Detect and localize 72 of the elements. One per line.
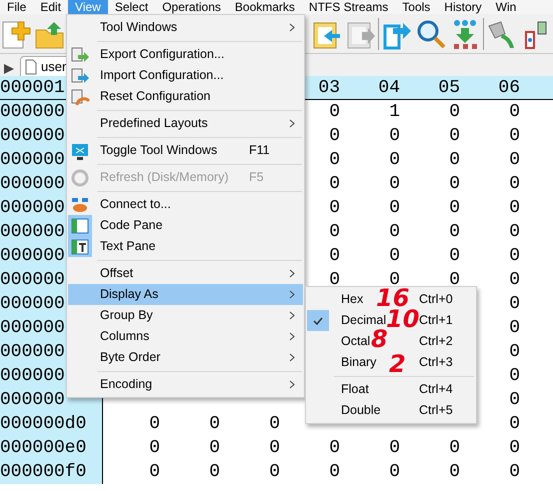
table-cell[interactable]: 0 (343, 124, 403, 148)
menu-bar-item[interactable]: History (437, 0, 489, 14)
table-cell[interactable]: 0 (343, 436, 403, 460)
row-offset: 000000f0 (0, 460, 103, 484)
menu-bar-item[interactable]: Tools (395, 0, 438, 14)
handwritten-number: 8 (371, 327, 388, 351)
table-cell[interactable]: 0 (343, 148, 403, 172)
menu-bar-item[interactable]: Edit (33, 0, 68, 14)
handwritten-number: 2 (389, 352, 406, 376)
table-cell[interactable]: 0 (343, 244, 403, 268)
row-offset: 000000e0 (0, 436, 103, 460)
table-cell[interactable]: 0 (463, 460, 523, 484)
table-cell[interactable]: 0 (163, 460, 223, 484)
table-cell[interactable]: 0 (463, 220, 523, 244)
table-cell[interactable]: 0 (103, 436, 163, 460)
table-cell[interactable]: 0 (403, 172, 463, 196)
column-header: 05 (438, 78, 460, 98)
table-cell[interactable]: 0 (403, 244, 463, 268)
table-cell[interactable]: 0 (103, 460, 163, 484)
table-cell[interactable]: 0 (343, 172, 403, 196)
table-cell[interactable]: 0 (403, 196, 463, 220)
menu-item[interactable]: Octal (341, 332, 370, 351)
shortcut-label: Ctrl+3 (419, 354, 454, 372)
handwritten-number: 10 (386, 307, 420, 331)
shortcut-label: Ctrl+2 (419, 333, 454, 350)
menu-bar-item[interactable]: Win (488, 0, 524, 14)
menu-item[interactable]: Float (341, 380, 369, 399)
table-cell[interactable]: 0 (463, 436, 523, 460)
table-cell[interactable]: 0 (403, 460, 463, 484)
shortcut-label: Ctrl+1 (419, 312, 454, 330)
table-cell[interactable]: 0 (463, 244, 523, 268)
table-cell[interactable]: 0 (223, 436, 283, 460)
menu-bar-item[interactable]: Bookmarks (228, 0, 302, 14)
table-cell[interactable]: 0 (223, 460, 283, 484)
table-cell[interactable]: 0 (463, 172, 523, 196)
table-cell[interactable]: 0 (283, 436, 343, 460)
table-cell[interactable]: 0 (103, 412, 163, 436)
column-header: 06 (498, 78, 520, 98)
table-cell[interactable]: 0 (403, 436, 463, 460)
table-cell[interactable]: 0 (283, 460, 343, 484)
table-cell[interactable]: 0 (223, 412, 283, 436)
menu-bar-item[interactable]: Select (108, 0, 156, 14)
table-cell[interactable]: 0 (403, 100, 463, 124)
column-header: 03 (318, 78, 340, 98)
menu-bar-item[interactable]: Operations (155, 0, 228, 14)
handwritten-number: 16 (376, 286, 410, 310)
table-cell[interactable]: 0 (403, 124, 463, 148)
table-cell[interactable]: 0 (463, 100, 523, 124)
table-cell[interactable]: 0 (343, 196, 403, 220)
table-cell[interactable]: 0 (343, 460, 403, 484)
table-cell[interactable]: 0 (163, 412, 223, 436)
table-cell[interactable]: 1 (343, 100, 403, 124)
menu-item[interactable]: Hex (341, 290, 364, 309)
table-cell[interactable]: 0 (463, 148, 523, 172)
table-cell[interactable]: 0 (163, 436, 223, 460)
table-cell[interactable]: 0 (343, 220, 403, 244)
menu-bar-item[interactable]: File (0, 0, 34, 14)
table-cell[interactable]: 0 (463, 196, 523, 220)
menu-item[interactable]: Double (341, 401, 381, 420)
shortcut-label: Ctrl+5 (419, 402, 454, 420)
table-cell[interactable]: 0 (463, 124, 523, 148)
table-cell[interactable]: 0 (403, 148, 463, 172)
menu-bar-item[interactable]: NTFS Streams (302, 0, 396, 14)
menu-item[interactable]: Binary (341, 353, 376, 372)
table-cell[interactable]: 0 (463, 268, 523, 292)
menu-item[interactable]: Display As (68, 284, 303, 305)
table-cell[interactable]: 0 (403, 220, 463, 244)
shortcut-label: Ctrl+0 (419, 291, 454, 308)
column-header: 04 (378, 78, 400, 98)
row-offset: 000000d0 (0, 412, 103, 436)
menu-item[interactable]: Decimal (341, 311, 386, 330)
shortcut-label: Ctrl+4 (419, 381, 454, 398)
